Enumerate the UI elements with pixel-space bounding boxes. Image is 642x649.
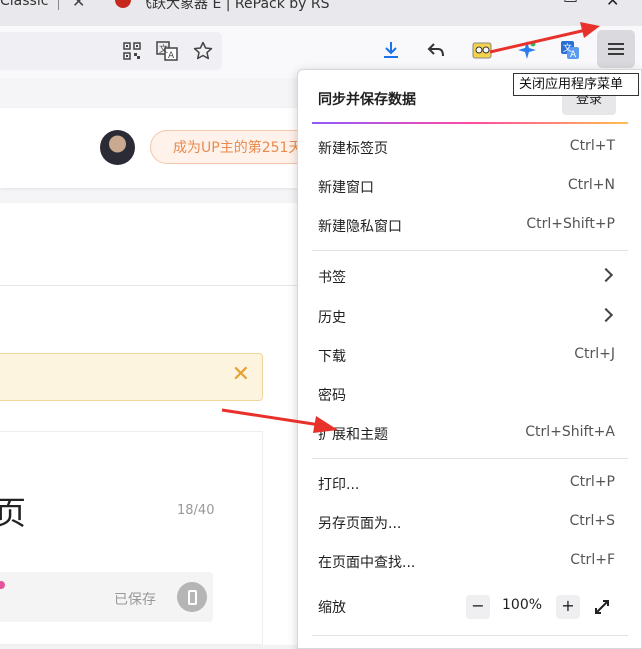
menu-item-shortcut: Ctrl+F xyxy=(570,552,615,568)
menu-item-zoom: 缩放 − 100% + xyxy=(298,590,641,624)
zoom-out-button[interactable]: − xyxy=(466,595,490,619)
title-editor[interactable]: 页 18/40 已保存 xyxy=(0,431,263,645)
menu-separator xyxy=(312,458,628,459)
sparkle-extension-icon[interactable] xyxy=(515,38,539,62)
menu-item-shortcut: Ctrl+P xyxy=(569,474,615,490)
qr-code-icon[interactable] xyxy=(122,41,142,61)
menu-item-shortcut: Ctrl+N xyxy=(567,177,615,193)
char-counter: 18/40 xyxy=(177,503,215,518)
menu-item-shortcut: Ctrl+Shift+P xyxy=(526,216,615,232)
menu-item-passwords[interactable]: 密码 xyxy=(298,378,641,412)
save-status-bar: 已保存 xyxy=(0,572,213,622)
menu-item-shortcut: Ctrl+S xyxy=(569,513,615,529)
divider xyxy=(0,285,300,286)
menu-item-downloads[interactable]: 下载 Ctrl+J xyxy=(298,339,641,373)
menu-separator xyxy=(312,635,628,636)
hamburger-menu-icon xyxy=(608,43,624,55)
tab-title[interactable]: Classic xyxy=(0,0,48,9)
menu-item-label: 书签 xyxy=(318,270,346,286)
svg-text:A: A xyxy=(570,50,577,60)
menu-item-print[interactable]: 打印... Ctrl+P xyxy=(298,467,641,501)
sync-title: 同步并保存数据 xyxy=(318,92,416,108)
tab-separator xyxy=(58,0,59,10)
status-dot-icon xyxy=(0,581,5,589)
bookmark-star-icon[interactable] xyxy=(192,40,214,62)
menu-item-shortcut: Ctrl+J xyxy=(574,346,615,362)
zoom-level[interactable]: 100% xyxy=(502,597,542,613)
upload-panel: ✕ 页 18/40 已保存 xyxy=(0,203,300,645)
menu-item-label: 在页面中查找... xyxy=(318,555,416,571)
extension-puzzle-icon[interactable] xyxy=(470,38,494,62)
zoom-in-button[interactable]: + xyxy=(556,595,580,619)
menu-item-shortcut: Ctrl+Shift+A xyxy=(525,424,615,440)
avatar[interactable] xyxy=(100,130,135,165)
download-icon[interactable] xyxy=(380,39,402,61)
phone-icon xyxy=(187,589,197,605)
tab-close-icon[interactable]: ✕ xyxy=(72,0,85,11)
menu-item-shortcut: Ctrl+T xyxy=(569,138,615,154)
zoom-label: 缩放 xyxy=(318,600,346,616)
url-bar[interactable]: 文A xyxy=(0,32,222,70)
chevron-right-icon xyxy=(598,307,614,323)
translate-extension-icon[interactable]: 文A xyxy=(558,38,582,62)
menu-item-new-private-window[interactable]: 新建隐私窗口 Ctrl+Shift+P xyxy=(298,209,641,243)
fullscreen-icon[interactable] xyxy=(590,595,614,619)
menu-item-label: 新建隐私窗口 xyxy=(318,219,402,235)
menu-item-label: 新建标签页 xyxy=(318,141,388,157)
open-application-menu-button[interactable] xyxy=(597,30,635,68)
menu-item-bookmarks[interactable]: 书签 xyxy=(298,260,641,294)
tab-strip: Classic ✕ 飞跃大象器 E | RePack by RS ▭ ✕ xyxy=(0,0,642,26)
svg-text:A: A xyxy=(168,51,175,61)
menu-item-save-page-as[interactable]: 另存页面为... Ctrl+S xyxy=(298,506,641,540)
mobile-preview-button[interactable] xyxy=(177,582,207,612)
red-badge-icon xyxy=(115,0,131,8)
menu-item-find-in-page[interactable]: 在页面中查找... Ctrl+F xyxy=(298,545,641,579)
menu-item-label: 历史 xyxy=(318,310,346,326)
menu-item-history[interactable]: 历史 xyxy=(298,300,641,334)
menu-button-tooltip: 关闭应用程序菜单 xyxy=(513,73,639,96)
application-menu: 同步并保存数据 登录 新建标签页 Ctrl+T 新建窗口 Ctrl+N 新建隐私… xyxy=(297,69,642,649)
translate-icon[interactable]: 文A xyxy=(156,40,178,62)
window-close-icon[interactable]: ✕ xyxy=(606,0,619,10)
menu-item-label: 下载 xyxy=(318,349,346,365)
undo-icon[interactable] xyxy=(425,39,447,61)
menu-separator xyxy=(312,250,628,251)
gradient-divider xyxy=(312,122,628,124)
minimize-icon[interactable]: ▭ xyxy=(563,0,578,7)
menu-item-label: 新建窗口 xyxy=(318,180,374,196)
close-icon[interactable]: ✕ xyxy=(232,364,250,386)
menu-item-label: 密码 xyxy=(318,388,346,404)
menu-item-label: 打印... xyxy=(318,477,360,493)
saved-status: 已保存 xyxy=(114,592,156,608)
title-text: 页 xyxy=(0,494,27,532)
notice-banner: ✕ xyxy=(0,353,263,401)
svg-text:文: 文 xyxy=(159,43,168,55)
tab-title[interactable]: 飞跃大象器 E | RePack by RS xyxy=(138,0,330,13)
menu-item-addons-themes[interactable]: 扩展和主题 Ctrl+Shift+A xyxy=(298,417,641,451)
chevron-right-icon xyxy=(598,267,614,283)
menu-item-label: 扩展和主题 xyxy=(318,427,388,443)
menu-item-new-window[interactable]: 新建窗口 Ctrl+N xyxy=(298,170,641,204)
menu-item-label: 另存页面为... xyxy=(318,516,402,532)
menu-item-new-tab[interactable]: 新建标签页 Ctrl+T xyxy=(298,131,641,165)
